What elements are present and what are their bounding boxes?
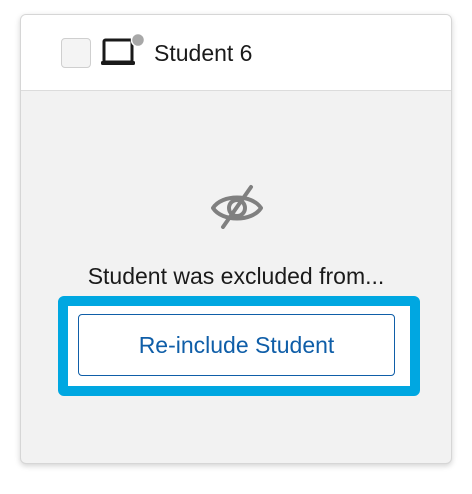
exclusion-message: Student was excluded from... [87,263,385,289]
student-card: Student 6 Student was excluded from... [20,14,452,464]
student-name: Student 6 [154,40,253,66]
eye-slash-icon [211,185,263,229]
student-card-header: Student 6 [21,15,451,91]
reinclude-student-button[interactable]: Re-include Student [78,314,395,376]
laptop-icon [101,33,146,65]
status-dot [130,33,146,48]
student-select-checkbox[interactable] [61,38,91,68]
